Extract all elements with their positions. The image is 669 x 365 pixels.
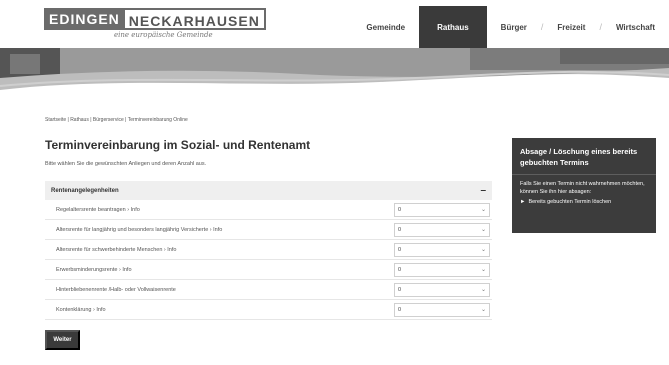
cancel-appointment-box: Absage / Löschung eines bereits gebuchte…	[512, 138, 656, 233]
service-row: Altersrente für schwerbehinderte Mensche…	[45, 240, 492, 260]
chevron-down-icon: ⌄	[480, 227, 486, 233]
logo-text-neckarhausen: NECKARHAUSEN	[124, 8, 266, 30]
main-nav: Gemeinde Rathaus Bürger / Freizeit / Wir…	[352, 6, 669, 48]
nav-item-buerger[interactable]: Bürger	[487, 6, 541, 48]
chevron-down-icon: ⌄	[480, 267, 486, 273]
service-label[interactable]: Kontenklärung › Info	[45, 307, 390, 313]
weiter-button[interactable]: Weiter	[45, 330, 80, 350]
nav-item-gemeinde[interactable]: Gemeinde	[352, 6, 419, 48]
nav-item-freizeit[interactable]: Freizeit	[543, 6, 599, 48]
select-value: 0	[398, 226, 402, 233]
select-value: 0	[398, 206, 402, 213]
service-row: Kontenklärung › Info 0 ⌄	[45, 300, 492, 320]
quantity-select[interactable]: 0 ⌄	[394, 202, 490, 217]
service-row: Hinterbliebenenrente /Halb- oder Vollwai…	[45, 280, 492, 300]
select-value: 0	[398, 286, 402, 293]
chevron-down-icon: ⌄	[480, 307, 486, 313]
service-row: Altersrente für langjährig und besonders…	[45, 220, 492, 240]
link-label: Bereits gebuchten Termin löschen	[528, 199, 612, 205]
service-label[interactable]: Altersrente für langjährig und besonders…	[45, 227, 390, 233]
nav-item-wirtschaft[interactable]: Wirtschaft	[602, 6, 669, 48]
arrow-right-icon: ►	[520, 199, 526, 205]
divider	[512, 174, 656, 175]
site-logo[interactable]: EDINGEN NECKARHAUSEN eine europäische Ge…	[44, 8, 266, 40]
chevron-down-icon: ⌄	[480, 207, 486, 213]
accordion-rentenangelegenheiten: Rentenangelegenheiten – Regelaltersrente…	[45, 181, 492, 320]
collapse-icon[interactable]: –	[480, 185, 486, 196]
logo-tagline: eine europäische Gemeinde	[114, 31, 213, 39]
hero-banner	[0, 48, 669, 98]
sidebox-title: Absage / Löschung eines bereits gebuchte…	[520, 147, 638, 167]
chevron-down-icon: ⌄	[480, 247, 486, 253]
site-header: EDINGEN NECKARHAUSEN eine europäische Ge…	[0, 0, 669, 48]
service-label[interactable]: Altersrente für schwerbehinderte Mensche…	[45, 247, 390, 253]
hero-image	[0, 48, 669, 98]
select-value: 0	[398, 246, 402, 253]
accordion-header[interactable]: Rentenangelegenheiten –	[45, 181, 492, 200]
quantity-select[interactable]: 0 ⌄	[394, 242, 490, 257]
delete-appointment-link[interactable]: ► Bereits gebuchten Termin löschen	[512, 196, 656, 206]
nav-item-rathaus[interactable]: Rathaus	[419, 6, 487, 48]
service-label[interactable]: Regelaltersrente beantragen › Info	[45, 207, 390, 213]
quantity-select[interactable]: 0 ⌄	[394, 222, 490, 237]
chevron-down-icon: ⌄	[480, 287, 486, 293]
service-label: Hinterbliebenenrente /Halb- oder Vollwai…	[56, 286, 176, 293]
select-value: 0	[398, 306, 402, 313]
page-title: Terminvereinbarung im Sozial- und Renten…	[45, 138, 311, 152]
quantity-select[interactable]: 0 ⌄	[394, 282, 490, 297]
sidebox-text: Falls Sie einen Termin nicht wahrnehmen …	[520, 181, 645, 195]
service-row: Erwerbsminderungsrente › Info 0 ⌄	[45, 260, 492, 280]
breadcrumb[interactable]: Startseite | Rathaus | Bürgerservice | T…	[45, 117, 188, 123]
intro-text: Bitte wählen Sie die gewünschten Anliege…	[45, 161, 207, 167]
service-label[interactable]: Erwerbsminderungsrente › Info	[45, 267, 390, 273]
logo-text-edingen: EDINGEN	[44, 8, 125, 30]
quantity-select[interactable]: 0 ⌄	[394, 302, 490, 317]
service-row: Regelaltersrente beantragen › Info 0 ⌄	[45, 200, 492, 220]
quantity-select[interactable]: 0 ⌄	[394, 262, 490, 277]
accordion-title: Rentenangelegenheiten	[51, 187, 119, 194]
select-value: 0	[398, 266, 402, 273]
